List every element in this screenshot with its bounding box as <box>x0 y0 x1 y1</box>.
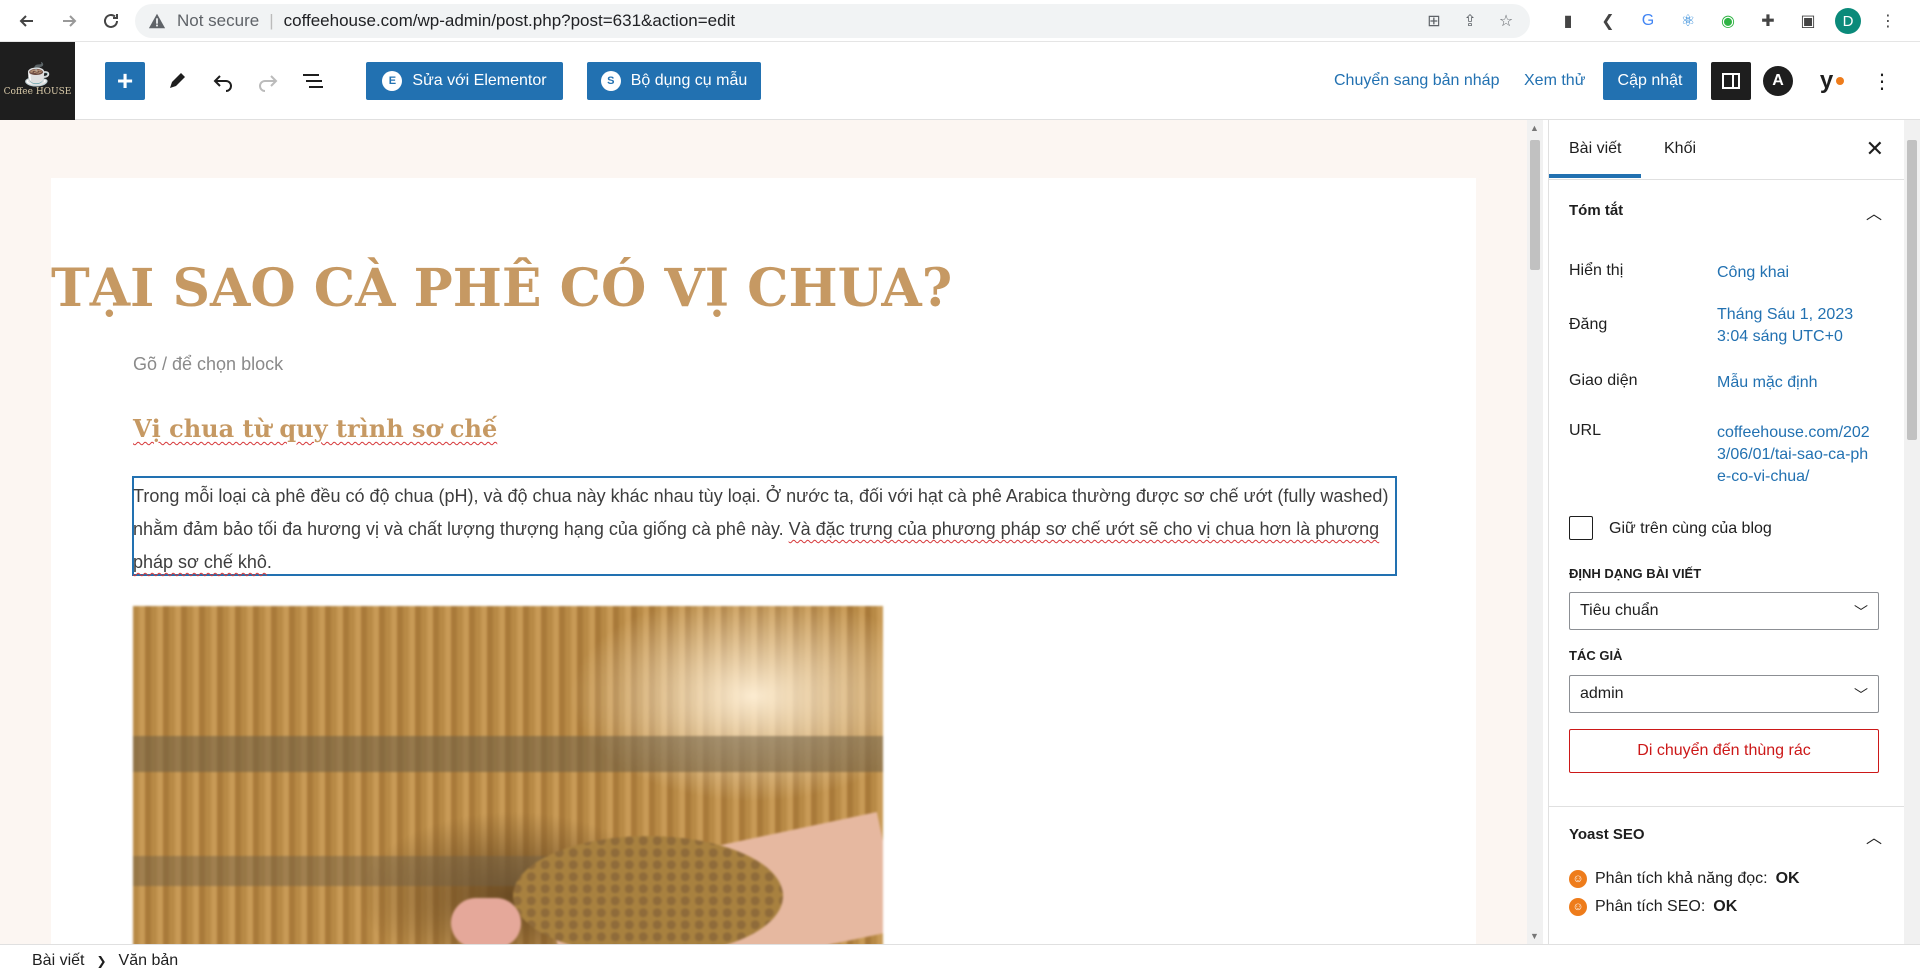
address-bar[interactable]: Not secure | coffeehouse.com/wp-admin/po… <box>135 4 1530 38</box>
readability-label: Phân tích khả năng đọc: <box>1595 870 1768 887</box>
paragraph-block[interactable]: Trong mỗi loại cà phê đều có độ chua (pH… <box>133 480 1395 579</box>
url-label: URL <box>1569 422 1602 439</box>
close-icon[interactable]: ✕ <box>1866 136 1884 162</box>
site-logo-text: Coffee HOUSE <box>3 87 72 98</box>
side-panel-icon[interactable]: ▣ <box>1795 8 1821 34</box>
sidebar-scrollbar[interactable] <box>1904 120 1920 944</box>
template-kit-icon: S <box>600 71 621 91</box>
extension-color-icon[interactable]: ◉ <box>1715 8 1741 34</box>
not-secure-label: Not secure <box>177 11 260 30</box>
redo-icon[interactable] <box>253 62 283 100</box>
publish-date-value[interactable]: Tháng Sáu 1, 2023 3:04 sáng UTC+0 <box>1717 304 1867 348</box>
seo-value: OK <box>1713 898 1738 915</box>
yoast-icon[interactable]: y <box>1813 62 1851 100</box>
editor-header: ☕ Coffee HOUSE + E Sửa với Elementor S B… <box>0 42 1920 120</box>
add-block-button[interactable]: + <box>105 62 145 100</box>
post-format-label: ĐỊNH DẠNG BÀI VIẾT <box>1569 566 1702 581</box>
astra-icon[interactable]: A <box>1763 62 1793 100</box>
post-content-area: TẠI SAO CÀ PHÊ CÓ VỊ CHUA? Gõ / để chọn … <box>51 178 1476 944</box>
tab-block[interactable]: Khối <box>1664 140 1696 158</box>
publish-label: Đăng <box>1569 316 1608 333</box>
breadcrumb-post[interactable]: Bài viết <box>32 952 84 970</box>
update-button[interactable]: Cập nhật <box>1603 62 1697 100</box>
visibility-value[interactable]: Công khai <box>1717 262 1867 284</box>
seo-analysis: ☺ Phân tích SEO: OK <box>1569 898 1737 916</box>
chevron-right-icon: ❯ <box>96 953 107 968</box>
editor-canvas: TẠI SAO CÀ PHÊ CÓ VỊ CHUA? Gõ / để chọn … <box>0 120 1527 944</box>
back-icon[interactable] <box>12 6 42 36</box>
translate-icon[interactable]: ⊞ <box>1424 11 1444 31</box>
readability-value: OK <box>1775 870 1800 887</box>
chevron-up-icon[interactable]: ︿ <box>1866 824 1882 848</box>
canvas-scrollbar[interactable]: ▲ ▼ <box>1527 120 1543 944</box>
author-label: TÁC GIẢ <box>1569 648 1623 663</box>
panel-divider <box>1549 806 1904 807</box>
author-select[interactable]: admin ﹀ <box>1569 675 1879 713</box>
block-placeholder[interactable]: Gõ / để chọn block <box>133 354 283 375</box>
author-value: admin <box>1580 685 1624 702</box>
browser-menu-icon[interactable]: ⋮ <box>1875 8 1901 34</box>
post-format-select[interactable]: Tiêu chuẩn ﹀ <box>1569 592 1879 630</box>
url-text: coffeehouse.com/wp-admin/post.php?post=6… <box>283 11 736 30</box>
readability-analysis: ☺ Phân tích khả năng đọc: OK <box>1569 870 1800 888</box>
coffee-cup-icon: ☕ <box>23 62 52 88</box>
profile-avatar[interactable]: D <box>1835 8 1861 34</box>
elementor-icon: E <box>382 71 403 91</box>
yoast-panel-title[interactable]: Yoast SEO <box>1569 826 1645 843</box>
block-breadcrumb: Bài viết ❯ Văn bản <box>0 944 1920 976</box>
sidebar-tabs: Bài viết Khối ✕ <box>1549 120 1904 180</box>
visibility-label: Hiển thị <box>1569 262 1624 279</box>
paragraph-end: . <box>266 552 272 572</box>
extensions-puzzle-icon[interactable]: ✚ <box>1755 8 1781 34</box>
url-value[interactable]: coffeehouse.com/2023/06/01/tai-sao-ca-ph… <box>1717 422 1877 488</box>
extension-back-icon[interactable]: ❮ <box>1595 8 1621 34</box>
switch-to-draft-button[interactable]: Chuyển sang bản nháp <box>1334 62 1499 100</box>
settings-sidebar: Bài viết Khối ✕ Tóm tắt ︿ Hiển thị Công … <box>1548 120 1904 944</box>
template-value[interactable]: Mẫu mặc định <box>1717 372 1867 394</box>
site-logo[interactable]: ☕ Coffee HOUSE <box>0 42 75 120</box>
warning-icon <box>147 11 167 31</box>
chevron-up-icon[interactable]: ︿ <box>1866 200 1882 224</box>
preview-button[interactable]: Xem thử <box>1524 62 1585 100</box>
breadcrumb-paragraph[interactable]: Văn bản <box>119 952 179 970</box>
elementor-label: Sửa với Elementor <box>412 72 547 89</box>
extension-translate-icon[interactable]: G <box>1635 8 1661 34</box>
edit-pencil-icon[interactable] <box>162 62 192 100</box>
sticky-label: Giữ trên cùng của blog <box>1609 520 1772 537</box>
seo-label: Phân tích SEO: <box>1595 898 1706 915</box>
smiley-icon: ☺ <box>1569 870 1587 888</box>
template-label: Giao diện <box>1569 372 1638 389</box>
extension-react-icon[interactable]: ⚛ <box>1675 8 1701 34</box>
post-title[interactable]: TẠI SAO CÀ PHÊ CÓ VỊ CHUA? <box>51 258 952 319</box>
edit-with-elementor-button[interactable]: E Sửa với Elementor <box>366 62 563 100</box>
forward-icon[interactable] <box>54 6 84 36</box>
template-kit-button[interactable]: S Bộ dụng cụ mẫu <box>587 62 761 100</box>
chevron-down-icon: ﹀ <box>1854 604 1868 620</box>
template-kit-label: Bộ dụng cụ mẫu <box>630 72 748 89</box>
move-to-trash-button[interactable]: Di chuyển đến thùng rác <box>1569 729 1879 773</box>
browser-toolbar: Not secure | coffeehouse.com/wp-admin/po… <box>0 0 1920 42</box>
options-menu-icon[interactable]: ⋮ <box>1872 62 1892 100</box>
sticky-checkbox[interactable] <box>1569 516 1593 540</box>
bookmark-star-icon[interactable]: ☆ <box>1496 11 1516 31</box>
share-icon[interactable]: ⇪ <box>1460 11 1480 31</box>
list-view-icon[interactable] <box>298 62 328 100</box>
reload-icon[interactable] <box>96 6 126 36</box>
smiley-icon: ☺ <box>1569 898 1587 916</box>
coffee-beans-image[interactable] <box>133 606 883 944</box>
heading-block[interactable]: Vị chua từ quy trình sơ chế <box>133 414 497 443</box>
extension-sheet-icon[interactable]: ▮ <box>1555 8 1581 34</box>
tab-post[interactable]: Bài viết <box>1549 140 1643 178</box>
undo-icon[interactable] <box>208 62 238 100</box>
settings-sidebar-toggle[interactable] <box>1711 62 1751 100</box>
summary-panel-title[interactable]: Tóm tắt <box>1569 202 1623 219</box>
chevron-down-icon: ﹀ <box>1854 687 1868 703</box>
post-format-value: Tiêu chuẩn <box>1580 602 1659 619</box>
